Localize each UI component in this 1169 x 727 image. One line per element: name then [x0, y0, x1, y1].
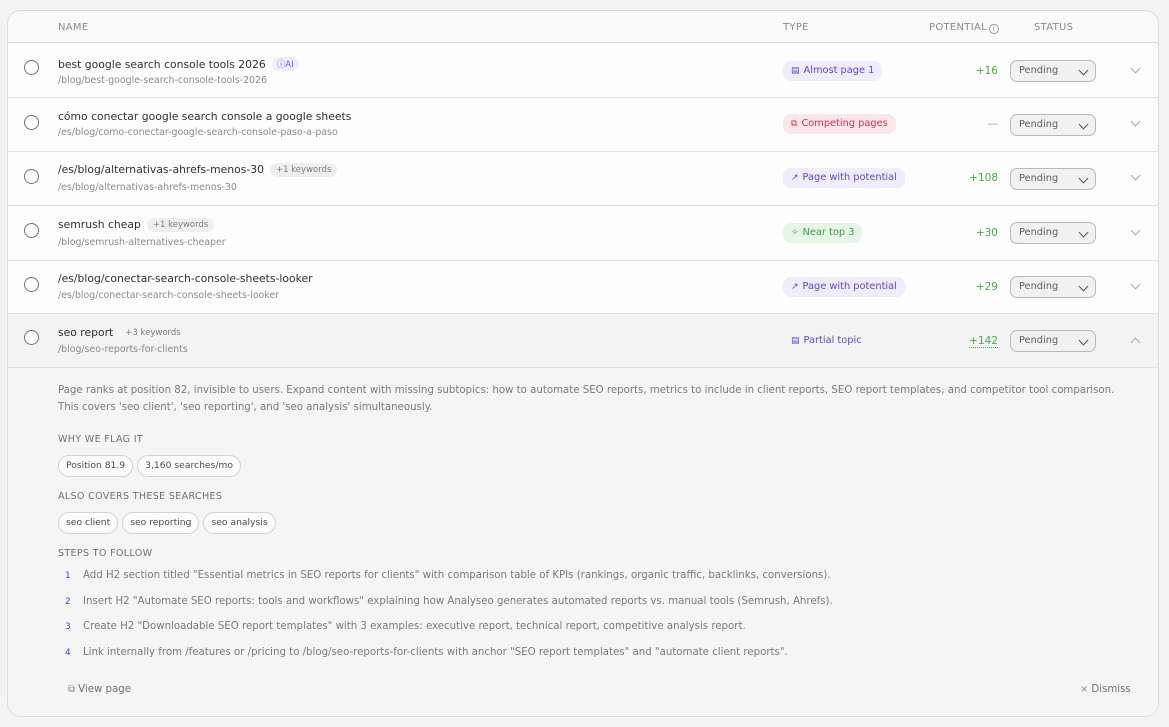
type-badge: ↗ Page with potential: [783, 277, 905, 297]
row-select-radio[interactable]: [24, 223, 39, 238]
close-icon: ×: [1080, 684, 1089, 695]
row-select-radio[interactable]: [24, 330, 39, 345]
type-badge: ✧ Near top 3: [783, 223, 863, 243]
row-title: best google search console tools 2026 ⓘAI: [58, 57, 299, 71]
external-link-icon: ⧉: [68, 684, 76, 695]
row-path: /es/blog/conectar-search-console-sheets-…: [58, 290, 280, 301]
table-row[interactable]: best google search console tools 2026 ⓘAI…: [8, 43, 1158, 98]
expand-chevron-icon[interactable]: [1130, 116, 1141, 127]
status-select[interactable]: Pending: [1010, 60, 1096, 82]
chart-icon: ↗: [791, 173, 799, 183]
row-title: /es/blog/alternativas-ahrefs-menos-30 +1 …: [58, 163, 338, 177]
chart-icon: ↗: [791, 282, 799, 292]
potential-value: +16: [975, 65, 998, 77]
status-select[interactable]: Pending: [1010, 114, 1096, 136]
row-title: cómo conectar google search console a go…: [58, 110, 352, 123]
expand-chevron-icon[interactable]: [1130, 225, 1141, 236]
potential-value[interactable]: +142: [969, 335, 998, 348]
why-flag-pills: Position 81.9 3,160 searches/mo: [58, 453, 245, 477]
table-row[interactable]: cómo conectar google search console a go…: [8, 98, 1158, 152]
header-status: STATUS: [1034, 22, 1074, 33]
info-icon[interactable]: i: [988, 24, 999, 34]
step-item: 1 Add H2 section titled "Essential metric…: [65, 570, 831, 581]
competing-pages-icon: ⧉: [791, 119, 798, 129]
table-row-expanded[interactable]: seo report +3 keywords /blog/seo-reports-…: [8, 314, 1158, 368]
expand-chevron-icon[interactable]: [1130, 279, 1141, 290]
row-select-radio[interactable]: [24, 60, 39, 75]
potential-value: +108: [969, 172, 998, 184]
step-item: 4 Link internally from /features or /pric…: [65, 647, 788, 658]
row-path: /blog/seo-reports-for-clients: [58, 344, 188, 355]
chevron-down-icon: [1078, 281, 1089, 292]
chevron-down-icon: [1078, 227, 1089, 238]
keywords-badge: +1 keywords: [269, 163, 338, 177]
chevron-down-icon: [1078, 119, 1089, 130]
keywords-badge: +1 keywords: [146, 218, 215, 232]
row-title: semrush cheap +1 keywords: [58, 218, 215, 232]
type-badge: ⧉ Competing pages: [783, 114, 896, 134]
status-select[interactable]: Pending: [1010, 222, 1096, 244]
expand-chevron-icon[interactable]: [1130, 170, 1141, 181]
search-pill: seo reporting: [122, 512, 200, 534]
type-badge: ↗ Page with potential: [783, 168, 905, 188]
search-pill: seo analysis: [203, 512, 276, 534]
chevron-down-icon: [1078, 335, 1089, 346]
dismiss-button[interactable]: × Dismiss: [1080, 684, 1131, 695]
collapse-chevron-icon[interactable]: [1130, 337, 1141, 348]
type-badge: ▤ Almost page 1: [783, 61, 883, 81]
document-icon: ▤: [791, 336, 800, 346]
potential-value: +29: [975, 281, 998, 293]
steps-heading: STEPS TO FOLLOW: [58, 548, 153, 559]
type-badge: ▤ Partial topic: [791, 335, 862, 346]
row-path: /es/blog/como-conectar-google-search-con…: [58, 127, 338, 138]
detail-panel: Page ranks at position 82, invisible to …: [8, 368, 1158, 716]
metric-pill: Position 81.9: [58, 455, 134, 477]
view-page-link[interactable]: ⧉ View page: [68, 684, 131, 695]
potential-value: —: [987, 118, 999, 130]
metric-pill: 3,160 searches/mo: [137, 455, 242, 477]
table-row[interactable]: /es/blog/alternativas-ahrefs-menos-30 +1 …: [8, 152, 1158, 206]
header-name: NAME: [58, 22, 89, 33]
row-select-radio[interactable]: [24, 169, 39, 184]
row-path: /blog/best-google-search-console-tools-2…: [58, 75, 267, 86]
status-select[interactable]: Pending: [1010, 330, 1096, 352]
opportunities-table: NAME TYPE POTENTIAL i STATUS best google …: [7, 10, 1159, 717]
table-row[interactable]: /es/blog/conectar-search-console-sheets-…: [8, 261, 1158, 314]
table-header: NAME TYPE POTENTIAL i STATUS: [8, 11, 1158, 43]
detail-description: Page ranks at position 82, invisible to …: [58, 385, 1115, 413]
expand-chevron-icon[interactable]: [1130, 63, 1141, 74]
also-covers-heading: ALSO COVERS THESE SEARCHES: [58, 491, 223, 502]
table-row[interactable]: semrush cheap +1 keywords /blog/semrush-a…: [8, 206, 1158, 261]
header-potential: POTENTIAL i: [929, 22, 999, 34]
step-item: 3 Create H2 "Downloadable SEO report temp…: [65, 621, 746, 632]
header-type: TYPE: [783, 22, 809, 33]
sparkle-icon: ✧: [791, 228, 799, 238]
status-select[interactable]: Pending: [1010, 168, 1096, 190]
potential-value: +30: [975, 227, 998, 239]
row-select-radio[interactable]: [24, 115, 39, 130]
ai-icon: ⓘ: [276, 60, 286, 70]
row-title: /es/blog/conectar-search-console-sheets-…: [58, 272, 313, 285]
why-flag-heading: WHY WE FLAG IT: [58, 434, 144, 445]
status-select[interactable]: Pending: [1010, 276, 1096, 298]
ai-badge: ⓘAI: [271, 57, 299, 71]
almost-page-icon: ▤: [791, 66, 800, 76]
search-pill: seo client: [58, 512, 119, 534]
row-select-radio[interactable]: [24, 277, 39, 292]
step-item: 2 Insert H2 "Automate SEO reports: tools …: [65, 596, 833, 607]
chevron-down-icon: [1078, 173, 1089, 184]
row-path: /blog/semrush-alternatives-cheaper: [58, 237, 226, 248]
keywords-badge: +3 keywords: [125, 328, 181, 338]
row-title: seo report +3 keywords: [58, 326, 187, 340]
chevron-down-icon: [1078, 65, 1089, 76]
also-covers-pills: seo client seo reporting seo analysis: [58, 510, 280, 534]
row-path: /es/blog/alternativas-ahrefs-menos-30: [58, 182, 237, 193]
